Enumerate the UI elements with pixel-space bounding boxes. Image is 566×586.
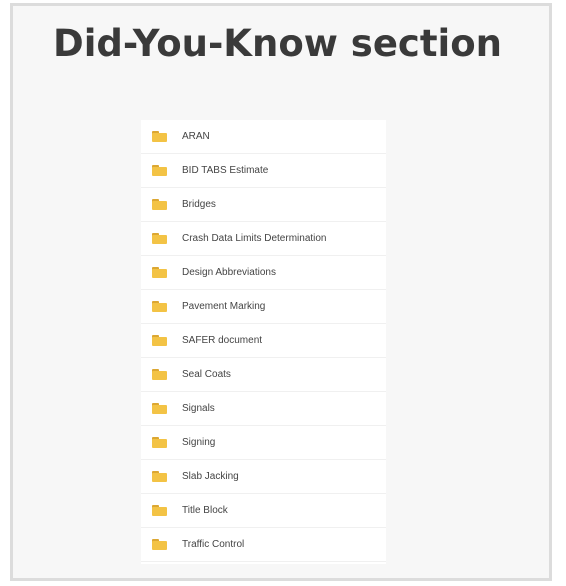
folder-icon (152, 505, 167, 516)
folder-list: ARAN BID TABS Estimate Bridges Crash Dat… (141, 120, 386, 564)
folder-icon (152, 131, 167, 142)
folder-item-bridges[interactable]: Bridges (141, 188, 386, 222)
folder-label: Seal Coats (182, 369, 231, 380)
folder-label: Crash Data Limits Determination (182, 233, 327, 244)
folder-label: ARAN (182, 131, 210, 142)
folder-label: Traffic Control (182, 539, 245, 550)
folder-label: Bridges (182, 199, 216, 210)
folder-icon (152, 369, 167, 380)
folder-icon (152, 199, 167, 210)
folder-item-crash-data-limits-determination[interactable]: Crash Data Limits Determination (141, 222, 386, 256)
folder-item-pavement-marking[interactable]: Pavement Marking (141, 290, 386, 324)
folder-item-safer-document[interactable]: SAFER document (141, 324, 386, 358)
folder-label: BID TABS Estimate (182, 165, 269, 176)
folder-item-traffic-control[interactable]: Traffic Control (141, 528, 386, 562)
folder-icon (152, 335, 167, 346)
page-title: Did-You-Know section (53, 22, 502, 65)
folder-icon (152, 301, 167, 312)
folder-icon (152, 403, 167, 414)
folder-item-aran[interactable]: ARAN (141, 120, 386, 154)
folder-label: SAFER document (182, 335, 263, 346)
folder-icon (152, 165, 167, 176)
folder-label: Slab Jacking (182, 471, 239, 482)
folder-icon (152, 539, 167, 550)
folder-item-bid-tabs-estimate[interactable]: BID TABS Estimate (141, 154, 386, 188)
folder-icon (152, 267, 167, 278)
folder-item-title-block[interactable]: Title Block (141, 494, 386, 528)
folder-item-signing[interactable]: Signing (141, 426, 386, 460)
folder-item-signals[interactable]: Signals (141, 392, 386, 426)
folder-item-design-abbreviations[interactable]: Design Abbreviations (141, 256, 386, 290)
folder-label: Title Block (182, 505, 228, 516)
folder-icon (152, 471, 167, 482)
folder-label: Signals (182, 403, 215, 414)
folder-icon (152, 233, 167, 244)
folder-label: Design Abbreviations (182, 267, 276, 278)
folder-label: Signing (182, 437, 216, 448)
folder-icon (152, 437, 167, 448)
folder-label: Pavement Marking (182, 301, 266, 312)
folder-item-seal-coats[interactable]: Seal Coats (141, 358, 386, 392)
folder-item-slab-jacking[interactable]: Slab Jacking (141, 460, 386, 494)
page-frame: Did-You-Know section ARAN BID TABS Estim… (10, 3, 552, 581)
